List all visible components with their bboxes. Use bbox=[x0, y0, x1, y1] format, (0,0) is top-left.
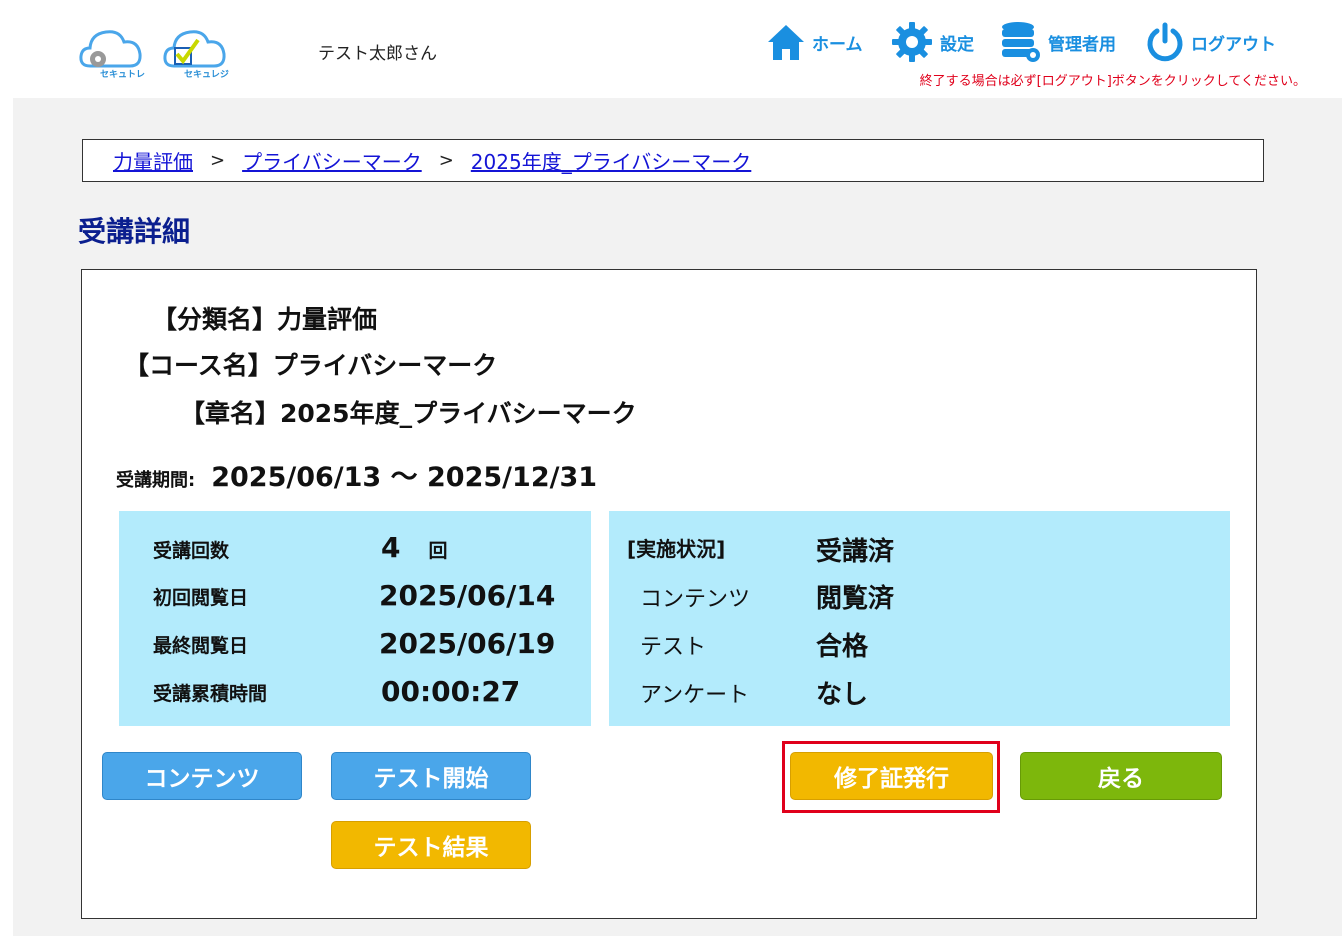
first-view-label: 初回閲覧日 bbox=[153, 587, 249, 609]
secureji-logo[interactable]: セキュレジ bbox=[162, 24, 232, 80]
count-unit: 回 bbox=[428, 540, 448, 562]
database-gear-icon bbox=[1002, 22, 1040, 62]
status-box: [実施状況] 受講済 コンテンツ 閲覧済 テスト 合格 アンケート なし bbox=[609, 511, 1230, 726]
test-start-button[interactable]: テスト開始 bbox=[331, 752, 531, 800]
gear-icon bbox=[892, 22, 932, 62]
nav-logout-label: ログアウト bbox=[1191, 34, 1276, 55]
nav-settings-link[interactable]: 設定 bbox=[890, 20, 974, 64]
contents-button[interactable]: コンテンツ bbox=[102, 752, 302, 800]
count-value: 4回 bbox=[381, 531, 448, 564]
breadcrumb-separator: > bbox=[438, 150, 454, 171]
nav-admin-label: 管理者用 bbox=[1048, 34, 1116, 55]
back-button[interactable]: 戻る bbox=[1020, 752, 1222, 800]
course-period: 受講期間: 2025/06/13 ～ 2025/12/31 bbox=[116, 455, 597, 494]
last-view-label: 最終閲覧日 bbox=[153, 635, 249, 657]
total-time-value: 00:00:27 bbox=[381, 675, 521, 708]
content-status-label: コンテンツ bbox=[640, 587, 751, 612]
status-title-label: [実施状況] bbox=[627, 537, 726, 561]
nav-home-label: ホーム bbox=[812, 34, 863, 55]
certificate-issue-button[interactable]: 修了証発行 bbox=[790, 752, 993, 800]
test-status-value: 合格 bbox=[816, 632, 869, 662]
category-name: 【分類名】力量評価 bbox=[152, 305, 378, 334]
status-title-value: 受講済 bbox=[816, 537, 895, 567]
breadcrumb: 力量評価 > プライバシーマーク > 2025年度_プライバシーマーク bbox=[82, 139, 1264, 182]
logo-caption: セキュレジ bbox=[184, 70, 229, 80]
breadcrumb-link-course[interactable]: プライバシーマーク bbox=[242, 146, 422, 175]
nav-settings-label: 設定 bbox=[940, 34, 974, 55]
secutore-logo[interactable]: セキュトレ bbox=[78, 24, 148, 80]
nav-admin-link[interactable]: 管理者用 bbox=[1000, 20, 1116, 64]
test-result-button[interactable]: テスト結果 bbox=[331, 821, 531, 869]
count-number: 4 bbox=[381, 531, 401, 564]
breadcrumb-link-chapter[interactable]: 2025年度_プライバシーマーク bbox=[471, 146, 752, 175]
period-label: 受講期間: bbox=[116, 470, 196, 491]
page-title: 受講詳細 bbox=[78, 215, 191, 248]
count-label: 受講回数 bbox=[153, 540, 230, 562]
logo-caption: セキュトレ bbox=[100, 70, 146, 80]
user-name: テスト太郎さん bbox=[318, 44, 437, 64]
nav-home-link[interactable]: ホーム bbox=[766, 20, 863, 64]
chapter-name: 【章名】2025年度_プライバシーマーク bbox=[180, 399, 637, 428]
content-status-value: 閲覧済 bbox=[816, 584, 895, 614]
total-time-label: 受講累積時間 bbox=[153, 683, 268, 705]
home-icon bbox=[768, 25, 804, 60]
period-value: 2025/06/13 ～ 2025/12/31 bbox=[211, 462, 598, 493]
survey-status-value: なし bbox=[816, 680, 869, 710]
nav-logout-link[interactable]: ログアウト bbox=[1145, 20, 1276, 64]
last-view-value: 2025/06/19 bbox=[379, 627, 556, 660]
breadcrumb-link-category[interactable]: 力量評価 bbox=[113, 146, 193, 175]
course-name: 【コース名】プライバシーマーク bbox=[124, 351, 498, 380]
survey-status-label: アンケート bbox=[640, 683, 750, 708]
logout-note: 終了する場合は必ず[ログアウト]ボタンをクリックしてください。 bbox=[919, 74, 1306, 89]
test-status-label: テスト bbox=[640, 635, 707, 660]
header: セキュトレ セキュレジ テスト太郎さん ホーム 設定 管理者用 ログアウト 終了… bbox=[0, 0, 1342, 98]
breadcrumb-separator: > bbox=[210, 150, 226, 171]
first-view-value: 2025/06/14 bbox=[379, 579, 556, 612]
attendance-stats-box: 受講回数 4回 初回閲覧日 2025/06/14 最終閲覧日 2025/06/1… bbox=[119, 511, 591, 726]
power-icon bbox=[1147, 22, 1183, 62]
